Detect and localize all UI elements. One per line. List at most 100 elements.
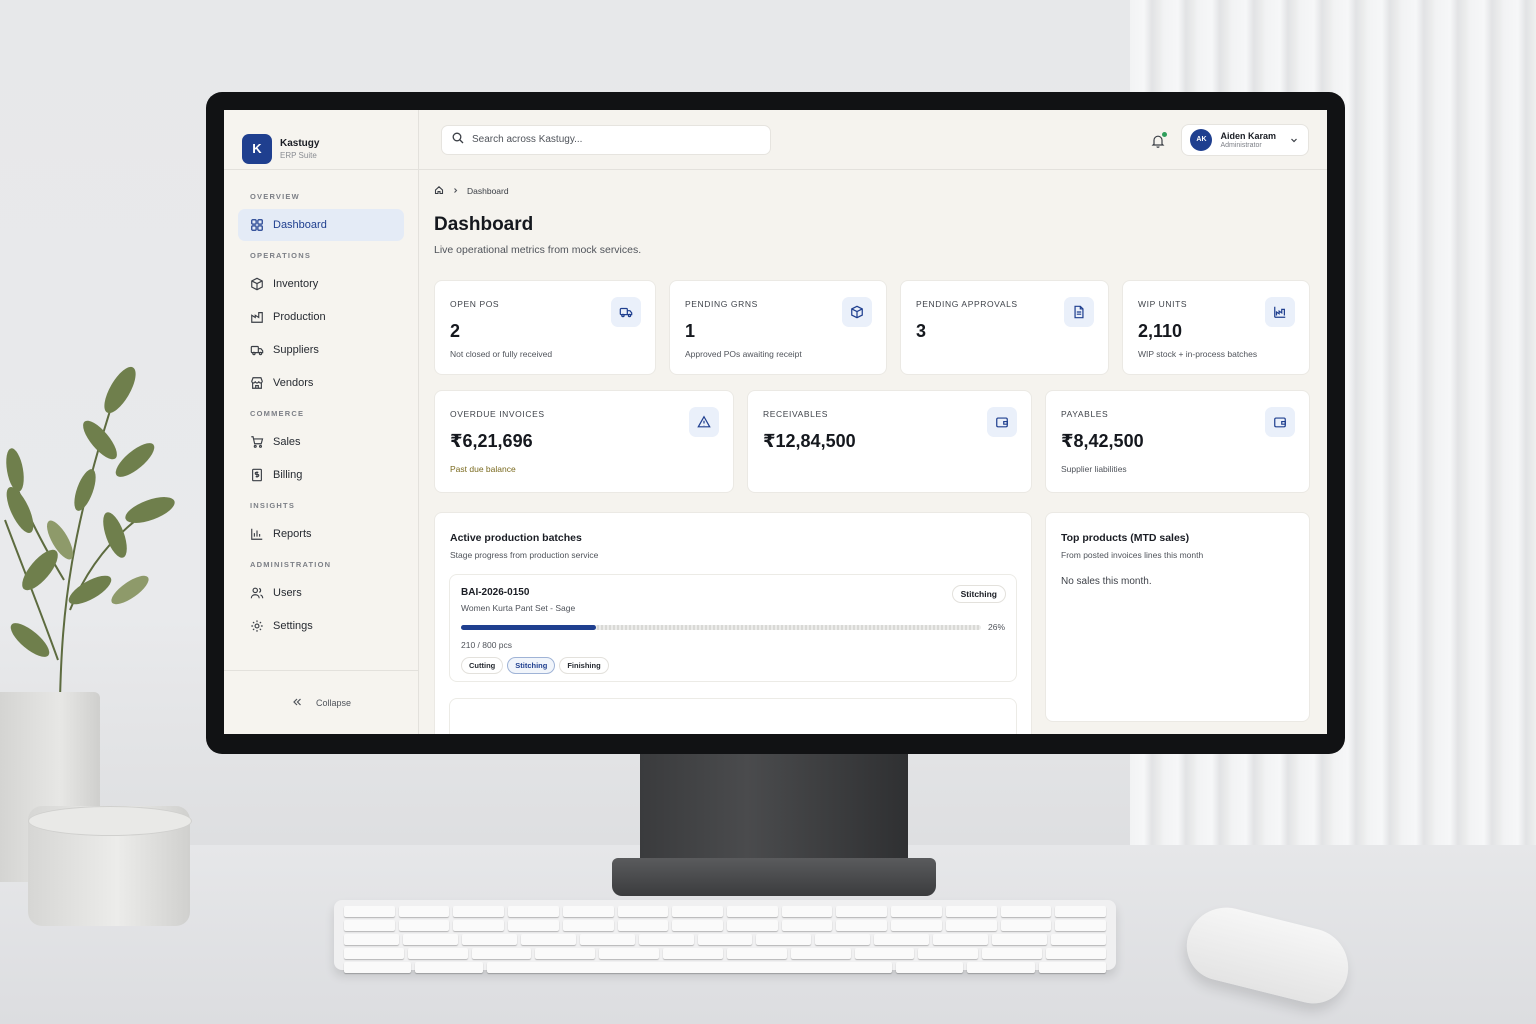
brand-name: Kastugy bbox=[280, 137, 320, 149]
stage-chip-finishing[interactable]: Finishing bbox=[559, 657, 609, 674]
kpi-card-receivables[interactable]: RECEIVABLES ₹12,84,500 bbox=[747, 390, 1032, 493]
receipt-icon bbox=[250, 468, 264, 482]
card-title: Top products (MTD sales) bbox=[1061, 532, 1190, 544]
sidebar-item-label: Vendors bbox=[273, 377, 314, 389]
nav-section-insights: INSIGHTS bbox=[250, 501, 296, 510]
kpi-label: PENDING APPROVALS bbox=[916, 299, 1018, 309]
batch-stage-badge: Stitching bbox=[951, 585, 1006, 603]
sidebar-item-billing[interactable]: Billing bbox=[238, 459, 404, 491]
brand[interactable]: K Kastugy ERP Suite bbox=[224, 110, 418, 170]
breadcrumb: Dashboard bbox=[434, 184, 1309, 198]
page-title: Dashboard bbox=[434, 214, 534, 235]
kpi-note: WIP stock + in-process batches bbox=[1138, 349, 1258, 359]
breadcrumb-current: Dashboard bbox=[467, 186, 509, 196]
keyboard bbox=[334, 900, 1116, 973]
brand-logo: K bbox=[242, 133, 272, 164]
kpi-card-pending-approvals[interactable]: PENDING APPROVALS 3 bbox=[900, 280, 1109, 375]
kpi-label: WIP UNITS bbox=[1138, 299, 1188, 309]
card-title: Active production batches bbox=[450, 532, 582, 544]
batch-product: Women Kurta Pant Set - Sage bbox=[461, 603, 576, 613]
notification-dot bbox=[1162, 131, 1168, 137]
stage-chip-cutting[interactable]: Cutting bbox=[461, 657, 504, 674]
batch-quantity: 210 / 800 pcs bbox=[461, 640, 513, 650]
batch-card[interactable] bbox=[449, 698, 1017, 734]
sidebar-item-users[interactable]: Users bbox=[238, 577, 404, 609]
top-right-controls: AK Aiden Karam Administrator bbox=[1151, 123, 1309, 156]
app-screen: K Kastugy ERP Suite OVERVIEW Dashboard O… bbox=[224, 110, 1327, 734]
nav-section-commerce: COMMERCE bbox=[250, 409, 305, 418]
stage-chips: Cutting Stitching Finishing bbox=[461, 657, 609, 674]
monitor-base bbox=[612, 858, 936, 896]
chevron-down-icon bbox=[1290, 131, 1298, 149]
kpi-value: ₹6,21,696 bbox=[450, 431, 533, 451]
sidebar-item-sales[interactable]: Sales bbox=[238, 426, 404, 458]
notifications-button[interactable] bbox=[1151, 131, 1168, 148]
wallet-icon bbox=[1265, 407, 1295, 437]
sidebar-item-label: Users bbox=[273, 587, 302, 599]
kpi-label: OVERDUE INVOICES bbox=[450, 409, 545, 419]
search-icon bbox=[452, 131, 464, 149]
bar-chart-icon bbox=[250, 527, 264, 541]
sidebar-item-label: Inventory bbox=[273, 278, 319, 290]
kpi-card-open-pos[interactable]: OPEN POS 2 Not closed or fully received bbox=[434, 280, 656, 375]
progress-bar bbox=[461, 625, 981, 630]
kpi-card-payables[interactable]: PAYABLES ₹8,42,500 Supplier liabilities bbox=[1045, 390, 1310, 493]
sidebar-item-inventory[interactable]: Inventory bbox=[238, 268, 404, 300]
store-icon bbox=[250, 376, 264, 390]
home-icon[interactable] bbox=[434, 185, 444, 197]
factory-icon bbox=[1265, 297, 1295, 327]
stage-chip-stitching[interactable]: Stitching bbox=[507, 657, 556, 674]
kpi-label: RECEIVABLES bbox=[763, 409, 829, 419]
sidebar-item-dashboard[interactable]: Dashboard bbox=[238, 209, 404, 241]
sidebar-item-label: Settings bbox=[273, 620, 313, 632]
kpi-value: 3 bbox=[916, 321, 927, 341]
truck-icon bbox=[611, 297, 641, 327]
kpi-card-pending-grns[interactable]: PENDING GRNS 1 Approved POs awaiting rec… bbox=[669, 280, 887, 375]
kpi-value: 1 bbox=[685, 321, 696, 341]
avatar: AK bbox=[1190, 128, 1213, 151]
kpi-card-wip-units[interactable]: WIP UNITS 2,110 WIP stock + in-process b… bbox=[1122, 280, 1310, 375]
collapse-label: Collapse bbox=[315, 697, 352, 708]
sidebar-item-suppliers[interactable]: Suppliers bbox=[238, 334, 404, 366]
kpi-card-overdue-invoices[interactable]: OVERDUE INVOICES ₹6,21,696 Past due bala… bbox=[434, 390, 734, 493]
nav-section-overview: OVERVIEW bbox=[250, 192, 300, 201]
kpi-label: OPEN POS bbox=[450, 299, 500, 309]
kpi-label: PENDING GRNS bbox=[685, 299, 758, 309]
gear-icon bbox=[250, 619, 264, 633]
content: Dashboard Dashboard Live operational met… bbox=[419, 170, 1327, 256]
top-products-card: Top products (MTD sales) From posted inv… bbox=[1045, 512, 1310, 722]
sidebar-item-label: Billing bbox=[273, 469, 303, 481]
sidebar-item-vendors[interactable]: Vendors bbox=[238, 367, 404, 399]
page-subtitle: Live operational metrics from mock servi… bbox=[434, 244, 642, 256]
sidebar: K Kastugy ERP Suite OVERVIEW Dashboard O… bbox=[224, 110, 419, 734]
truck-icon bbox=[250, 343, 264, 357]
chevrons-left-icon bbox=[292, 697, 302, 709]
box-icon bbox=[250, 277, 264, 291]
document-icon bbox=[1064, 297, 1094, 327]
kpi-value: 2,110 bbox=[1138, 321, 1183, 341]
user-menu[interactable]: AK Aiden Karam Administrator bbox=[1181, 123, 1309, 156]
search-box[interactable] bbox=[441, 124, 771, 155]
sidebar-item-production[interactable]: Production bbox=[238, 301, 404, 333]
production-batches-card: Active production batches Stage progress… bbox=[434, 512, 1032, 734]
users-icon bbox=[250, 586, 264, 600]
nav-section-administration: ADMINISTRATION bbox=[250, 560, 332, 569]
kpi-note: Not closed or fully received bbox=[450, 349, 553, 359]
collapse-button[interactable]: Collapse bbox=[224, 670, 419, 734]
kpi-note: Supplier liabilities bbox=[1061, 464, 1127, 474]
batch-id: BAI-2026-0150 bbox=[461, 587, 530, 598]
card-subtitle: From posted invoices lines this month bbox=[1061, 550, 1204, 560]
sidebar-item-reports[interactable]: Reports bbox=[238, 518, 404, 550]
short-pot bbox=[28, 806, 192, 926]
nav-section-operations: OPERATIONS bbox=[250, 251, 312, 260]
sidebar-nav: OVERVIEW Dashboard OPERATIONS Inventory … bbox=[224, 170, 418, 642]
batch-card[interactable]: BAI-2026-0150 Women Kurta Pant Set - Sag… bbox=[449, 574, 1017, 682]
main-area: AK Aiden Karam Administrator bbox=[419, 110, 1327, 734]
sidebar-item-label: Sales bbox=[273, 436, 301, 448]
alert-triangle-icon bbox=[689, 407, 719, 437]
factory-icon bbox=[250, 310, 264, 324]
search-input[interactable] bbox=[472, 134, 752, 145]
box-icon bbox=[842, 297, 872, 327]
sidebar-item-settings[interactable]: Settings bbox=[238, 610, 404, 642]
grid-icon bbox=[250, 218, 264, 232]
